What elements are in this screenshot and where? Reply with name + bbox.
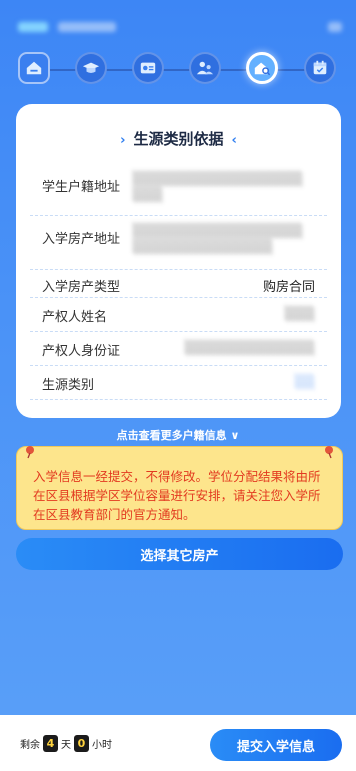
house-icon [26, 61, 42, 75]
row-household-address: 学生户籍地址 ░░░░░░░░░░░░░░░░░ ░░░ [30, 166, 327, 216]
row-label: 学生户籍地址 [42, 180, 121, 195]
step-property[interactable] [246, 52, 278, 84]
step-education[interactable] [75, 52, 107, 84]
row-owner-id: 产权人身份证 ░░░░░░░░░░░░░ [30, 332, 327, 366]
pushpin-icon [325, 446, 333, 459]
row-property-type: 入学房产类型 购房合同 [30, 270, 327, 298]
row-label: 生源类别 [42, 378, 95, 393]
row-student-category: 生源类别 ░░ [30, 366, 327, 400]
countdown: 剩余 4 天 0 小时 [20, 735, 112, 752]
more-household-info-link[interactable]: 点击查看更多户籍信息 ∨ [0, 427, 356, 443]
owner-name-value: ░░░ [285, 307, 315, 322]
property-type-value: 购房合同 [262, 280, 315, 295]
id-card-icon [140, 62, 156, 74]
family-icon [196, 61, 214, 75]
pushpin-icon [26, 446, 34, 459]
card-header: › 生源类别依据 ‹ [16, 128, 341, 149]
row-label: 入学房产地址 [42, 232, 121, 247]
header-subtitle-blurred [58, 22, 116, 32]
property-address-value: ░░░░░░░░░░░░░░░░░ ░░░░░░░░░░░░░░ [133, 224, 303, 255]
header-right-blurred [328, 22, 342, 32]
row-property-address: 入学房产地址 ░░░░░░░░░░░░░░░░░ ░░░░░░░░░░░░░░ [30, 216, 327, 270]
chevron-left-icon: ‹ [231, 133, 237, 148]
enrollment-basis-card: › 生源类别依据 ‹ 学生户籍地址 ░░░░░░░░░░░░░░░░░ ░░░ 入学房… [16, 104, 341, 418]
status-bar [18, 18, 342, 36]
submit-enrollment-button[interactable]: 提交入学信息 [210, 729, 342, 761]
days-value: 4 [43, 735, 58, 752]
row-label: 入学房产类型 [42, 280, 121, 295]
more-link-label: 点击查看更多户籍信息 [116, 429, 227, 442]
hours-unit: 小时 [92, 740, 112, 751]
notice-text: 入学信息一经提交，不得修改。学位分配结果将由所在区县根据学区学位容量进行安排，请… [33, 469, 321, 522]
step-family[interactable] [189, 52, 221, 84]
days-unit: 天 [61, 740, 71, 751]
choose-other-property-button[interactable]: 选择其它房产 [16, 538, 343, 570]
app-name-blurred [18, 22, 48, 32]
bottom-bar: 剩余 4 天 0 小时 提交入学信息 [0, 715, 356, 771]
countdown-prefix: 剩余 [20, 740, 40, 751]
card-title: 生源类别依据 [133, 130, 224, 148]
row-owner-name: 产权人姓名 ░░░ [30, 298, 327, 332]
graduation-cap-icon [82, 62, 100, 73]
progress-steps [18, 52, 338, 86]
notice-box: 入学信息一经提交，不得修改。学位分配结果将由所在区县根据学区学位容量进行安排，请… [16, 446, 343, 530]
step-house[interactable] [18, 52, 50, 84]
home-search-icon [254, 62, 271, 76]
owner-id-value: ░░░░░░░░░░░░░ [185, 341, 315, 356]
chevron-down-icon: ∨ [230, 429, 240, 442]
student-category-value: ░░ [295, 375, 315, 390]
row-label: 产权人姓名 [42, 310, 108, 325]
household-address-value: ░░░░░░░░░░░░░░░░░ ░░░ [133, 172, 303, 203]
chevron-right-icon: › [120, 133, 126, 148]
hours-value: 0 [74, 735, 89, 752]
row-label: 产权人身份证 [42, 344, 121, 359]
calendar-icon [313, 60, 327, 75]
step-id[interactable] [132, 52, 164, 84]
step-schedule[interactable] [304, 52, 336, 84]
